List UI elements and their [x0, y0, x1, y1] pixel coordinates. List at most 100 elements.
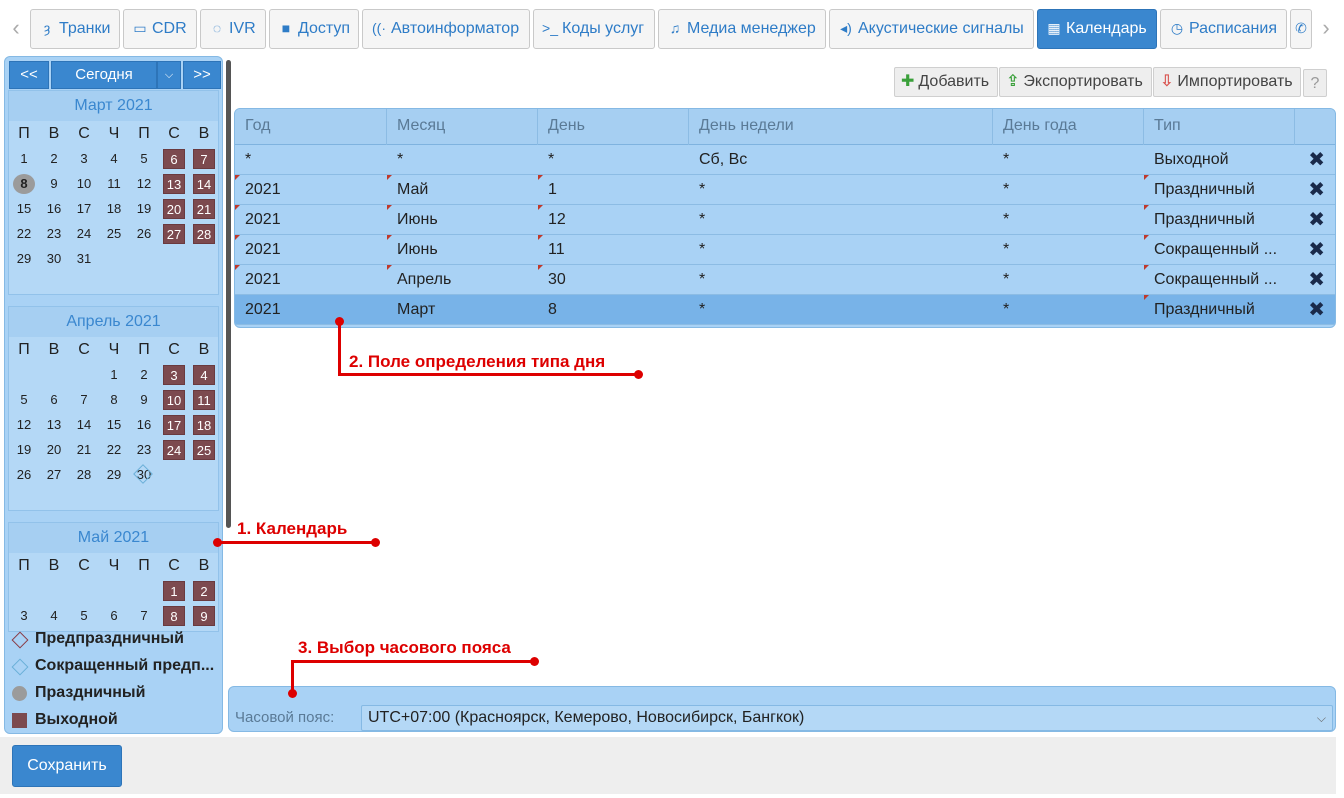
cell-day[interactable]: 8 [538, 295, 689, 325]
cell-type[interactable]: Сокращенный ... [1144, 235, 1284, 265]
column-header-day[interactable]: День [538, 109, 689, 145]
day-cell-weekend[interactable]: 10 [163, 390, 185, 410]
day-cell[interactable]: 20 [43, 440, 65, 460]
cell-weekday[interactable]: * [689, 235, 993, 265]
save-button[interactable]: Сохранить [12, 745, 122, 787]
day-cell[interactable]: 26 [133, 224, 155, 244]
day-cell-weekend[interactable]: 27 [163, 224, 185, 244]
delete-row-icon[interactable]: ✖ [1308, 209, 1325, 231]
day-cell[interactable]: 9 [133, 390, 155, 410]
table-row[interactable]: * * * Сб, Вс * Выходной ✖ [235, 145, 1335, 175]
column-header-yearday[interactable]: День года [993, 109, 1144, 145]
day-cell[interactable]: 25 [103, 224, 125, 244]
day-cell-weekend[interactable]: 24 [163, 440, 185, 460]
prev-month-button[interactable]: << [9, 61, 49, 89]
day-cell[interactable]: 21 [73, 440, 95, 460]
tab-schedules[interactable]: ◷ Расписания [1160, 9, 1287, 49]
cell-yearday[interactable]: * [993, 145, 1144, 175]
day-cell-weekend[interactable]: 21 [193, 199, 215, 219]
delete-row-icon[interactable]: ✖ [1308, 239, 1325, 261]
cell-weekday[interactable]: * [689, 265, 993, 295]
day-cell-holiday[interactable]: 8 [13, 174, 35, 194]
day-cell[interactable]: 9 [43, 174, 65, 194]
day-cell[interactable]: 16 [43, 199, 65, 219]
day-cell-weekend[interactable]: 20 [163, 199, 185, 219]
cell-day[interactable]: 11 [538, 235, 689, 265]
day-cell[interactable]: 14 [73, 415, 95, 435]
day-cell-weekend[interactable]: 2 [193, 581, 215, 601]
cell-type[interactable]: Сокращенный ... [1144, 265, 1284, 295]
day-cell[interactable]: 27 [43, 465, 65, 485]
tab-service-codes[interactable]: >_ Коды услуг [533, 9, 655, 49]
delete-row-icon[interactable]: ✖ [1308, 179, 1325, 201]
day-cell[interactable]: 22 [103, 440, 125, 460]
day-cell[interactable]: 8 [103, 390, 125, 410]
cell-yearday[interactable]: * [993, 265, 1144, 295]
cell-type[interactable]: Праздничный [1144, 175, 1284, 205]
day-cell-weekend[interactable]: 6 [163, 149, 185, 169]
day-cell[interactable]: 13 [43, 415, 65, 435]
tab-phone[interactable]: ✆ [1290, 9, 1312, 49]
import-button[interactable]: ⇩ Импортировать [1153, 67, 1301, 97]
day-cell[interactable]: 29 [13, 249, 35, 269]
day-cell[interactable]: 19 [13, 440, 35, 460]
chevron-down-icon[interactable]: ⌵ [157, 61, 181, 89]
tab-media-manager[interactable]: ♫ Медиа менеджер [658, 9, 826, 49]
day-cell[interactable]: 12 [13, 415, 35, 435]
column-header-month[interactable]: Месяц [387, 109, 538, 145]
help-button[interactable]: ? [1303, 69, 1327, 97]
day-cell[interactable]: 5 [13, 390, 35, 410]
timezone-select[interactable]: UTC+07:00 (Красноярск, Кемерово, Новосиб… [361, 705, 1333, 731]
day-cell-weekend[interactable]: 7 [193, 149, 215, 169]
day-cell-weekend[interactable]: 11 [193, 390, 215, 410]
cell-type[interactable]: Праздничный [1144, 205, 1284, 235]
table-row[interactable]: 2021 Июнь 11 * * Сокращенный ... ✖ [235, 235, 1335, 265]
add-button[interactable]: ✚ Добавить [894, 67, 998, 97]
day-cell-weekend[interactable]: 13 [163, 174, 185, 194]
day-cell-weekend[interactable]: 8 [163, 606, 185, 626]
cell-yearday[interactable]: * [993, 205, 1144, 235]
tab-access[interactable]: ■ Доступ [269, 9, 359, 49]
cell-year[interactable]: 2021 [235, 205, 387, 235]
day-cell[interactable]: 29 [103, 465, 125, 485]
day-cell[interactable]: 5 [73, 606, 95, 626]
day-cell[interactable]: 28 [73, 465, 95, 485]
tab-cdr[interactable]: ▭ CDR [123, 9, 197, 49]
next-month-button[interactable]: >> [183, 61, 221, 89]
day-cell[interactable]: 15 [103, 415, 125, 435]
table-row[interactable]: 2021 Май 1 * * Праздничный ✖ [235, 175, 1335, 205]
chevron-right-icon[interactable]: › [1316, 14, 1336, 42]
day-cell[interactable]: 7 [133, 606, 155, 626]
cell-year[interactable]: 2021 [235, 295, 387, 325]
today-button[interactable]: Сегодня [51, 61, 157, 89]
cell-type[interactable]: Праздничный [1144, 295, 1284, 325]
day-cell[interactable]: 24 [73, 224, 95, 244]
cell-month[interactable]: Июнь [387, 235, 538, 265]
day-cell[interactable]: 6 [103, 606, 125, 626]
delete-row-icon[interactable]: ✖ [1308, 269, 1325, 291]
day-cell[interactable]: 30 [43, 249, 65, 269]
cell-year[interactable]: 2021 [235, 235, 387, 265]
day-cell[interactable]: 1 [103, 365, 125, 385]
day-cell[interactable]: 2 [43, 149, 65, 169]
cell-month[interactable]: Март [387, 295, 538, 325]
day-cell[interactable]: 5 [133, 149, 155, 169]
day-cell[interactable]: 23 [43, 224, 65, 244]
cell-month[interactable]: Июнь [387, 205, 538, 235]
cell-month[interactable]: Апрель [387, 265, 538, 295]
day-cell-weekend[interactable]: 1 [163, 581, 185, 601]
tab-autoinformer[interactable]: ((· Автоинформатор [362, 9, 530, 49]
day-cell-weekend[interactable]: 18 [193, 415, 215, 435]
day-cell[interactable]: 23 [133, 440, 155, 460]
delete-row-icon[interactable]: ✖ [1308, 149, 1325, 171]
table-row[interactable]: 2021 Июнь 12 * * Праздничный ✖ [235, 205, 1335, 235]
day-cell[interactable]: 31 [73, 249, 95, 269]
day-cell[interactable]: 3 [73, 149, 95, 169]
day-cell-weekend[interactable]: 4 [193, 365, 215, 385]
column-header-weekday[interactable]: День недели [689, 109, 993, 145]
cell-day[interactable]: 30 [538, 265, 689, 295]
calendar-scrollbar[interactable] [226, 60, 231, 528]
cell-yearday[interactable]: * [993, 175, 1144, 205]
cell-yearday[interactable]: * [993, 295, 1144, 325]
day-cell[interactable]: 7 [73, 390, 95, 410]
